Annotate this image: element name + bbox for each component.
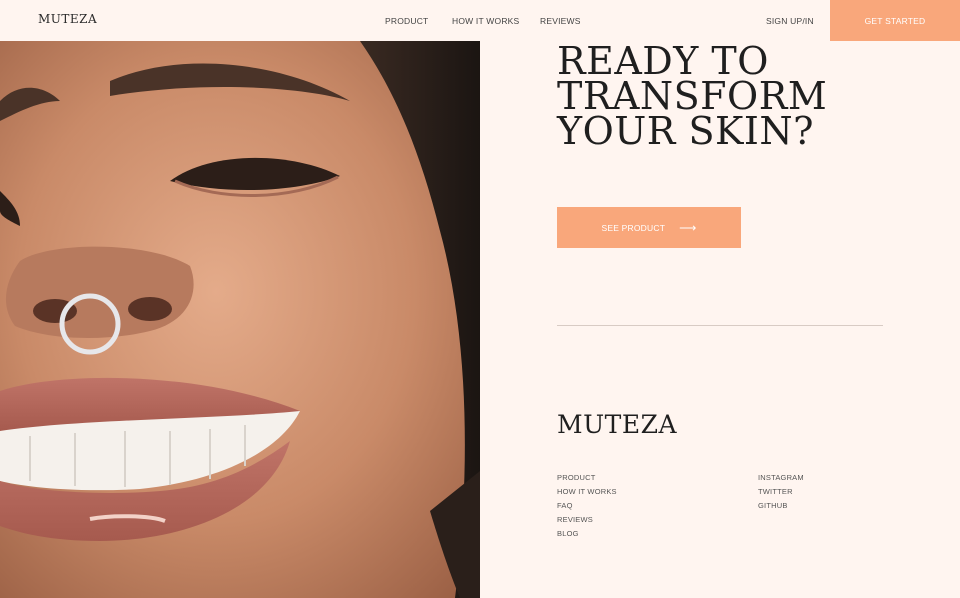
footer-links-social: INSTAGRAM TWITTER GITHUB	[758, 473, 804, 515]
footer-link-faq[interactable]: FAQ	[557, 501, 617, 515]
nav-link-how-it-works[interactable]: HOW IT WORKS	[452, 16, 519, 26]
hero-photo	[0, 41, 480, 598]
footer-link-reviews[interactable]: REVIEWS	[557, 515, 617, 529]
nav-link-product[interactable]: PRODUCT	[385, 16, 428, 26]
see-product-label: SEE PRODUCT	[601, 222, 666, 233]
footer-logo[interactable]: MUTEZA	[557, 410, 677, 439]
brand-logo[interactable]: MUTEZA	[38, 12, 97, 26]
footer-links-primary: PRODUCT HOW IT WORKS FAQ REVIEWS BLOG	[557, 473, 617, 543]
arrow-right-icon: ⟶	[679, 220, 697, 235]
sign-up-in-link[interactable]: SIGN UP/IN	[766, 16, 814, 26]
get-started-button[interactable]: GET STARTED	[830, 0, 960, 41]
footer-link-how-it-works[interactable]: HOW IT WORKS	[557, 487, 617, 501]
footer-link-github[interactable]: GITHUB	[758, 501, 804, 515]
footer-link-product[interactable]: PRODUCT	[557, 473, 617, 487]
top-nav-bar: MUTEZA PRODUCT HOW IT WORKS REVIEWS SIGN…	[0, 0, 960, 41]
footer-link-instagram[interactable]: INSTAGRAM	[758, 473, 804, 487]
hero-headline: READY TO TRANSFORM YOUR SKIN?	[557, 42, 887, 153]
footer-link-blog[interactable]: BLOG	[557, 529, 617, 543]
section-divider	[557, 325, 883, 326]
nav-link-reviews[interactable]: REVIEWS	[540, 16, 581, 26]
see-product-button[interactable]: SEE PRODUCT ⟶	[557, 207, 741, 248]
footer-link-twitter[interactable]: TWITTER	[758, 487, 804, 501]
headline-line-3: YOUR SKIN?	[557, 109, 815, 153]
